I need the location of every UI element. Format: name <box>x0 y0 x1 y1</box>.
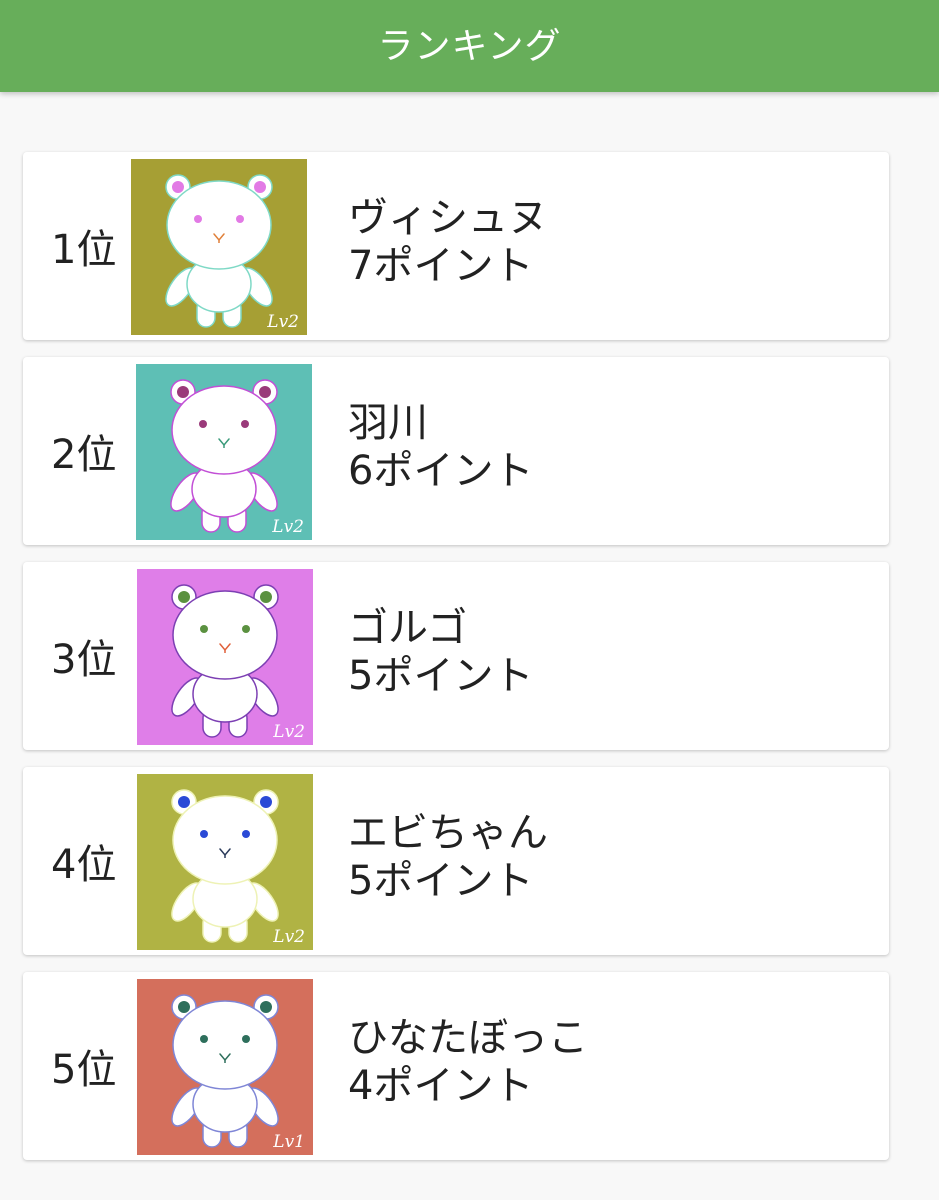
bear-avatar-image: Lv2 <box>137 569 313 745</box>
player-name: エビちゃん <box>348 810 548 856</box>
app-header: ランキング <box>0 0 939 92</box>
rank-label: 2位 <box>51 432 117 478</box>
svg-text:Lv2: Lv2 <box>272 722 305 742</box>
player-points: 6ポイント <box>348 448 534 494</box>
player-points: 7ポイント <box>348 243 534 289</box>
player-name: ゴルゴ <box>348 605 468 651</box>
player-name: 羽川 <box>348 400 428 446</box>
bear-avatar-image: Lv2 <box>137 774 313 950</box>
player-name: ひなたぼっこ <box>348 1015 588 1061</box>
player-points: 4ポイント <box>348 1063 534 1109</box>
rank-label: 4位 <box>51 842 117 888</box>
bear-avatar-image: Lv2 <box>136 364 312 540</box>
ranking-item-2[interactable]: 2位 Lv2 羽川 6ポイント <box>23 357 889 545</box>
player-points: 5ポイント <box>348 858 534 904</box>
rank-label: 3位 <box>51 637 117 683</box>
svg-text:Lv2: Lv2 <box>271 517 304 537</box>
ranking-item-5[interactable]: 5位 Lv1 ひなたぼっこ 4ポイント <box>23 972 889 1160</box>
svg-text:Lv2: Lv2 <box>272 927 305 947</box>
bear-avatar-image: Lv2 <box>131 159 307 335</box>
rank-label: 1位 <box>51 227 117 273</box>
rank-label: 5位 <box>51 1047 117 1093</box>
svg-text:Lv2: Lv2 <box>266 312 299 332</box>
player-points: 5ポイント <box>348 653 534 699</box>
bear-avatar-image: Lv1 <box>137 979 313 1155</box>
ranking-item-4[interactable]: 4位 Lv2 エビちゃん 5ポイント <box>23 767 889 955</box>
ranking-item-1[interactable]: 1位 Lv2 ヴィシュヌ 7ポイント <box>23 152 889 340</box>
player-name: ヴィシュヌ <box>348 195 548 241</box>
svg-text:Lv1: Lv1 <box>272 1132 305 1152</box>
page-title: ランキング <box>377 26 562 67</box>
ranking-list: 1位 Lv2 ヴィシュヌ 7ポイント 2位 Lv2 羽川 6ポイント 3位 Lv… <box>23 152 889 1177</box>
ranking-item-3[interactable]: 3位 Lv2 ゴルゴ 5ポイント <box>23 562 889 750</box>
